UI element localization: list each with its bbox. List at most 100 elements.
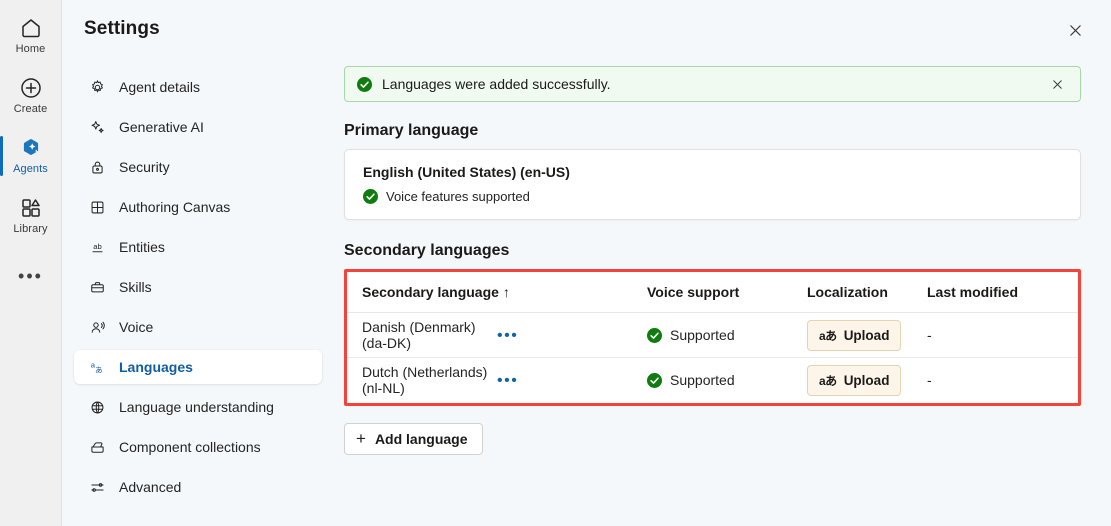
primary-voice-status-label: Voice features supported xyxy=(386,189,530,204)
upload-button-label: Upload xyxy=(843,327,890,343)
sidebar-item-label: Language understanding xyxy=(119,399,274,415)
sidebar-item-generative-ai[interactable]: Generative AI xyxy=(74,110,322,144)
gear-icon xyxy=(88,78,106,96)
sidebar-item-label: Security xyxy=(119,159,170,175)
library-icon xyxy=(19,196,43,220)
rail-item-home[interactable]: Home xyxy=(0,6,62,66)
primary-voice-status: Voice features supported xyxy=(363,189,1064,204)
sidebar-item-label: Generative AI xyxy=(119,119,204,135)
row-overflow-menu-button[interactable]: ••• xyxy=(497,328,518,344)
rail-more-button[interactable]: ••• xyxy=(0,256,62,296)
success-check-icon xyxy=(363,189,378,204)
rail-item-library-label: Library xyxy=(13,223,48,235)
table-header-row: Secondary language ↑ Voice support Local… xyxy=(347,272,1078,313)
cell-last-modified: - xyxy=(927,312,1078,358)
upload-localization-button[interactable]: aあ Upload xyxy=(807,319,902,351)
settings-nav: Agent details Generative AI Security Aut… xyxy=(62,58,334,526)
cell-row-menu: ••• xyxy=(497,357,647,403)
upload-localization-button[interactable]: aあ Upload xyxy=(807,364,902,396)
sidebar-item-label: Authoring Canvas xyxy=(119,199,231,215)
rail-item-home-label: Home xyxy=(15,43,46,55)
success-check-icon xyxy=(647,372,662,388)
sidebar-item-voice[interactable]: Voice xyxy=(74,310,322,344)
plus-icon: + xyxy=(356,429,366,448)
close-settings-button[interactable] xyxy=(1061,16,1089,44)
column-header-voice-support[interactable]: Voice support xyxy=(647,272,807,313)
column-header-label: Secondary language xyxy=(362,284,499,300)
svg-text:ab: ab xyxy=(93,242,102,251)
settings-window: Home Create Agents Library ••• Settings … xyxy=(0,0,1111,526)
plus-circle-icon xyxy=(19,76,43,100)
sidebar-item-label: Languages xyxy=(119,359,193,375)
column-header-last-modified[interactable]: Last modified xyxy=(927,272,1078,313)
voice-person-icon xyxy=(88,318,106,336)
sidebar-item-security[interactable]: Security xyxy=(74,150,322,184)
sidebar-item-label: Component collections xyxy=(119,439,261,455)
secondary-languages-heading: Secondary languages xyxy=(344,242,510,259)
sidebar-item-language-understanding[interactable]: Language understanding xyxy=(74,390,322,424)
cell-localization: aあ Upload xyxy=(807,312,927,358)
upload-button-label: Upload xyxy=(843,372,890,388)
success-banner-text: Languages were added successfully. xyxy=(382,76,611,92)
rail-item-agents-label: Agents xyxy=(13,163,48,175)
globe-brain-icon xyxy=(88,398,106,416)
rail-item-create-label: Create xyxy=(13,103,48,115)
sort-ascending-icon: ↑ xyxy=(502,284,510,300)
sidebar-item-label: Advanced xyxy=(119,479,182,495)
svg-text:あ: あ xyxy=(94,365,102,374)
global-nav-rail: Home Create Agents Library ••• xyxy=(0,0,62,526)
sidebar-item-label: Agent details xyxy=(119,79,200,95)
success-check-icon xyxy=(647,327,662,343)
cell-last-modified: - xyxy=(927,357,1078,403)
sparkle-icon xyxy=(88,118,106,136)
sidebar-item-authoring-canvas[interactable]: Authoring Canvas xyxy=(74,190,322,224)
agents-hexagon-icon xyxy=(19,136,43,160)
sidebar-item-agent-details[interactable]: Agent details xyxy=(74,70,322,104)
row-overflow-menu-button[interactable]: ••• xyxy=(497,373,518,389)
grid-icon xyxy=(88,198,106,216)
rail-item-create[interactable]: Create xyxy=(0,66,62,126)
home-icon xyxy=(19,16,43,40)
column-header-localization[interactable]: Localization xyxy=(807,272,927,313)
translate-icon: aあ xyxy=(819,373,837,388)
panel-body: Agent details Generative AI Security Aut… xyxy=(62,58,1111,526)
column-header-secondary-language[interactable]: Secondary language ↑ xyxy=(347,272,647,313)
primary-language-heading: Primary language xyxy=(344,122,479,139)
secondary-languages-table: Secondary language ↑ Voice support Local… xyxy=(347,272,1078,403)
page-title: Settings xyxy=(84,18,160,39)
ab-underline-icon: ab xyxy=(88,238,106,256)
sidebar-item-advanced[interactable]: Advanced xyxy=(74,470,322,504)
rail-item-agents[interactable]: Agents xyxy=(0,126,62,186)
cell-language: Danish (Denmark) (da-DK) xyxy=(347,312,497,358)
sidebar-item-languages[interactable]: a あ Languages xyxy=(74,350,322,384)
settings-panel: Settings Agent details Generative AI Sec… xyxy=(62,0,1111,526)
table-row: Dutch (Netherlands) (nl-NL) ••• Supporte… xyxy=(347,357,1078,403)
close-icon[interactable] xyxy=(1044,71,1070,97)
rail-item-library[interactable]: Library xyxy=(0,186,62,246)
panel-header: Settings xyxy=(62,0,1111,58)
lock-icon xyxy=(88,158,106,176)
table-row: Danish (Denmark) (da-DK) ••• Supported a… xyxy=(347,312,1078,358)
sidebar-item-label: Voice xyxy=(119,319,154,335)
voice-support-label: Supported xyxy=(670,372,735,389)
settings-content: Languages were added successfully. Prima… xyxy=(334,58,1111,526)
sidebar-item-label: Entities xyxy=(119,239,165,255)
cell-row-menu: ••• xyxy=(497,312,647,358)
sidebar-item-skills[interactable]: Skills xyxy=(74,270,322,304)
success-banner: Languages were added successfully. xyxy=(344,66,1081,102)
voice-support-label: Supported xyxy=(670,327,735,343)
primary-language-card: English (United States) (en-US) Voice fe… xyxy=(344,149,1081,220)
cell-voice-support: Supported xyxy=(647,357,807,403)
collection-icon xyxy=(88,438,106,456)
add-language-button[interactable]: + Add language xyxy=(344,422,483,455)
translate-icon: aあ xyxy=(819,328,837,343)
translate-icon: a あ xyxy=(88,358,106,376)
secondary-languages-table-highlight: Secondary language ↑ Voice support Local… xyxy=(344,269,1081,406)
cell-localization: aあ Upload xyxy=(807,357,927,403)
sidebar-item-label: Skills xyxy=(119,279,152,295)
cell-language: Dutch (Netherlands) (nl-NL) xyxy=(347,357,497,403)
sidebar-item-entities[interactable]: ab Entities xyxy=(74,230,322,264)
sidebar-item-component-collections[interactable]: Component collections xyxy=(74,430,322,464)
success-check-icon xyxy=(357,76,372,92)
sliders-icon xyxy=(88,478,106,496)
